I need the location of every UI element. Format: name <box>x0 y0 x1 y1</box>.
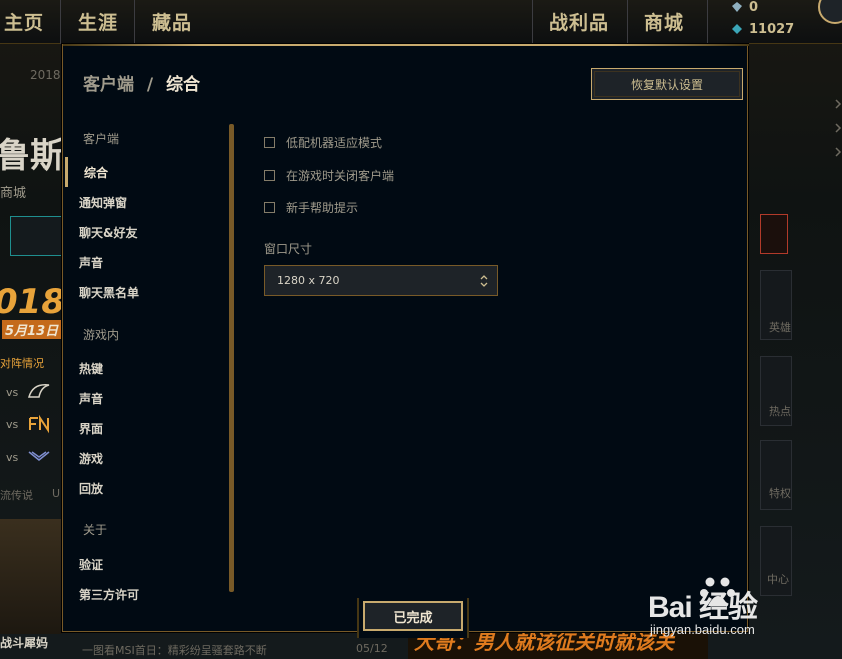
vs-label: vs <box>6 386 19 399</box>
tile-label: 特权 <box>769 487 791 500</box>
close-client-ingame-checkbox[interactable] <box>264 170 275 181</box>
blue-essence-amount: 0 <box>749 0 759 15</box>
sidebar-group-about: 关于 <box>83 523 108 537</box>
window-size-label: 窗口尺寸 <box>264 242 313 256</box>
sidebar-item-hotkeys[interactable]: 热键 <box>79 360 103 377</box>
watermark-logo: Bai 经验 <box>648 591 758 624</box>
sidebar-group-client: 客户端 <box>83 132 120 146</box>
nav-loot[interactable]: 战利品 <box>549 8 609 35</box>
sidebar-tile[interactable]: 热点 <box>760 356 792 426</box>
sidebar-tile[interactable]: 英雄 <box>760 270 792 340</box>
nav-divider <box>627 0 628 44</box>
store-subtitle: 商城 <box>0 186 27 201</box>
event-button[interactable] <box>760 214 788 254</box>
nav-divider <box>60 0 61 44</box>
active-item-indicator <box>65 157 68 187</box>
breadcrumb-parent: 客户端 <box>83 75 134 95</box>
tab-label[interactable]: U <box>52 487 60 500</box>
nav-store[interactable]: 商城 <box>644 8 684 35</box>
breadcrumb: 客户端 / 综合 <box>83 70 200 95</box>
restore-defaults-button[interactable]: 恢复默认设置 <box>591 68 743 100</box>
close-client-ingame-option[interactable]: 在游戏时关闭客户端 <box>264 167 394 184</box>
promo-date: 5月13日 <box>2 320 62 339</box>
sidebar-group-ingame: 游戏内 <box>83 328 120 342</box>
nav-divider <box>134 0 135 44</box>
tile-label: 热点 <box>769 405 791 418</box>
sidebar-item-interface[interactable]: 界面 <box>79 420 103 437</box>
watermark-url: jingyan.baidu.com <box>650 622 755 637</box>
blue-essence-icon <box>732 2 742 12</box>
low-spec-mode-checkbox[interactable] <box>264 137 275 148</box>
nav-collection[interactable]: 藏品 <box>152 8 192 35</box>
nav-profile[interactable]: 生涯 <box>78 8 118 35</box>
sidebar-item-general[interactable]: 综合 <box>84 164 108 181</box>
dialog-border-accent <box>63 44 749 46</box>
tab-label[interactable]: 流传说 <box>0 487 33 503</box>
news-date: 05/12 <box>356 642 388 655</box>
hero-name: 鲁斯 <box>0 136 64 176</box>
close-client-ingame-label: 在游戏时关闭客户端 <box>286 169 395 183</box>
window-size-dropdown[interactable]: 1280 x 720 <box>264 265 498 296</box>
news-headline[interactable]: 一图看MSI首日：精彩纷呈骚套路不断 <box>82 642 267 658</box>
sidebar-item-replays[interactable]: 回放 <box>79 480 103 497</box>
sidebar-item-chat-friends[interactable]: 聊天&好友 <box>79 224 137 241</box>
team-wing-icon <box>28 451 50 461</box>
vs-label: vs <box>6 418 19 431</box>
year-text: 2018 <box>30 68 61 82</box>
sidebar-item-verification[interactable]: 验证 <box>79 556 103 573</box>
avatar[interactable] <box>818 0 842 24</box>
window-size-value: 1280 x 720 <box>277 274 340 287</box>
nav-divider <box>707 0 708 44</box>
team-liquid-icon <box>28 384 50 398</box>
team-fnatic-icon <box>29 414 49 434</box>
low-spec-mode-label: 低配机器适应模式 <box>286 136 383 150</box>
chevron-right-icon <box>835 99 842 157</box>
sidebar-scrollbar[interactable] <box>229 124 234 592</box>
champion-artwork[interactable] <box>0 519 62 634</box>
top-navigation-bar: 主页 生涯 藏品 战利品 商城 0 11027 <box>0 0 842 44</box>
settings-dialog: 客户端 / 综合 恢复默认设置 客户端 综合 通知弹窗 聊天&好友 声音 聊天黑… <box>62 44 749 638</box>
sidebar-item-third-party-licenses[interactable]: 第三方许可 <box>79 586 139 603</box>
sidebar-item-game-sound[interactable]: 声音 <box>79 390 103 407</box>
vs-label: vs <box>6 451 19 464</box>
matchups-label: 对阵情况 <box>0 357 44 370</box>
page-title: 综合 <box>166 75 201 95</box>
done-button-frame: 已完成 <box>357 598 469 638</box>
promo-button[interactable] <box>10 216 70 256</box>
riot-points-icon <box>732 24 742 34</box>
riot-points-amount: 11027 <box>749 22 795 37</box>
nav-divider <box>532 0 533 44</box>
sidebar-tile[interactable]: 特权 <box>760 440 792 510</box>
new-player-tips-label: 新手帮助提示 <box>286 201 359 215</box>
new-player-tips-checkbox[interactable] <box>264 202 275 213</box>
sidebar-item-chat-blocklist[interactable]: 聊天黑名单 <box>79 284 139 301</box>
background-left-strip: 2018 鲁斯 商城 018赛 5月13日 对阵情况 vs vs vs 流传说 … <box>0 44 99 659</box>
low-spec-mode-option[interactable]: 低配机器适应模式 <box>264 134 382 151</box>
done-button[interactable]: 已完成 <box>363 601 463 631</box>
sidebar-item-client-sound[interactable]: 声音 <box>79 254 103 271</box>
breadcrumb-separator: / <box>146 75 154 95</box>
new-player-tips-option[interactable]: 新手帮助提示 <box>264 199 358 216</box>
background-right-strip: 英雄 热点 特权 中心 <box>750 44 842 659</box>
baidu-watermark: Bai 经验 jingyan.baidu.com <box>640 572 840 642</box>
up-down-chevron-icon <box>480 275 488 287</box>
sidebar-item-notifications[interactable]: 通知弹窗 <box>79 194 127 211</box>
sidebar-item-game[interactable]: 游戏 <box>79 450 103 467</box>
feature-title: 战斗犀妈 <box>0 636 49 650</box>
tile-label: 英雄 <box>769 321 791 334</box>
nav-home[interactable]: 主页 <box>4 8 44 35</box>
